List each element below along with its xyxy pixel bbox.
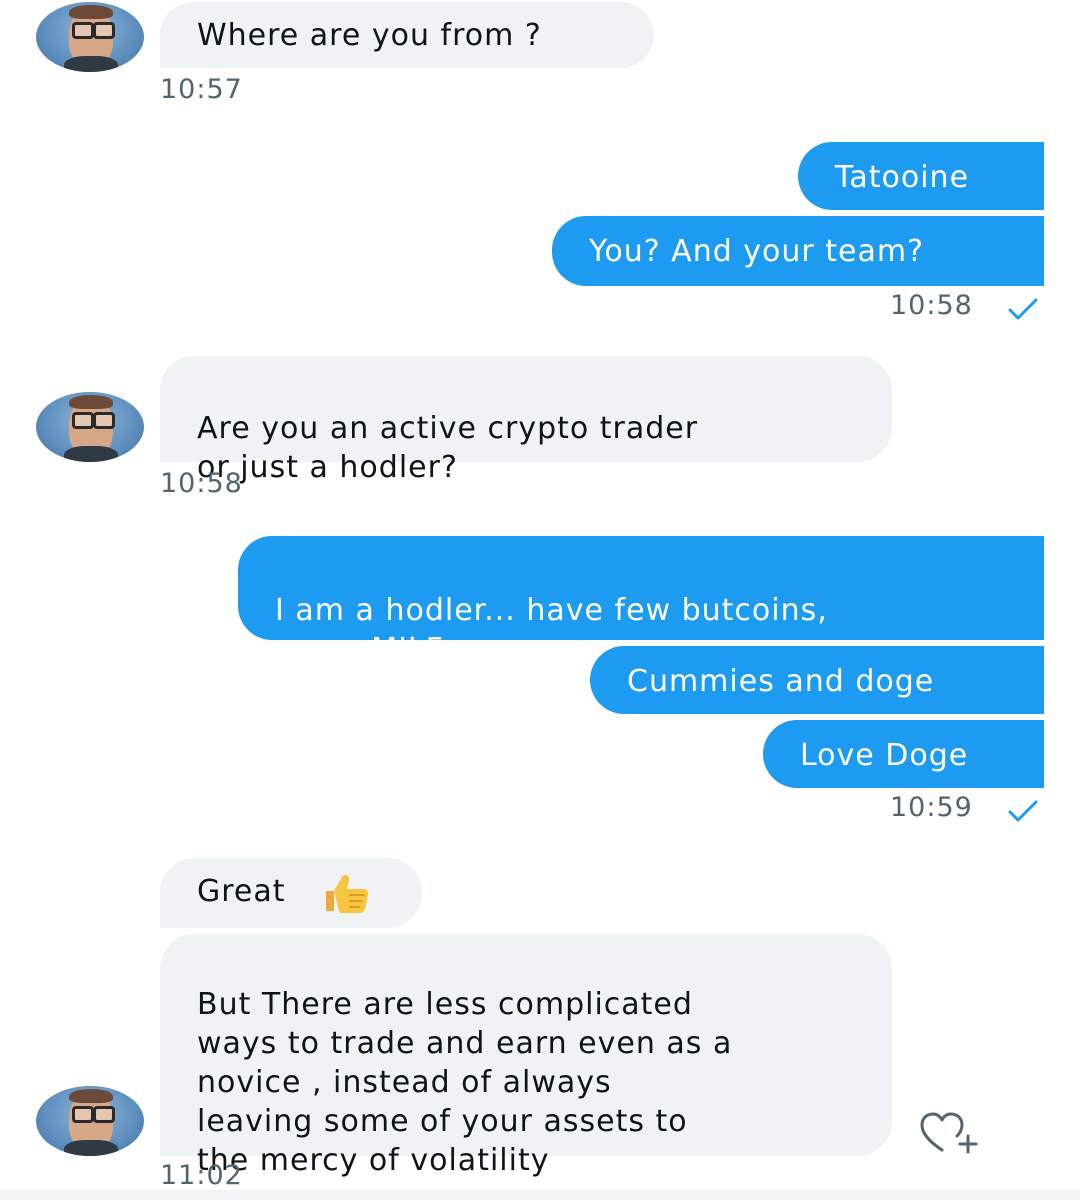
avatar[interactable] xyxy=(36,2,144,72)
message-timestamp: 10:58 xyxy=(160,468,243,499)
message-timestamp: 10:57 xyxy=(160,74,243,105)
message-text: But There are less complicated ways to t… xyxy=(197,987,733,1178)
message-timestamp: 10:58 xyxy=(890,290,973,321)
message-text: You? And your team? xyxy=(589,234,925,269)
message-text: Cummies and doge xyxy=(627,664,935,699)
message-bubble-incoming[interactable]: Great xyxy=(160,858,422,928)
heart-add-icon[interactable] xyxy=(920,1112,990,1154)
check-icon xyxy=(1008,800,1038,822)
avatar[interactable] xyxy=(36,1086,144,1156)
message-text: Love Doge xyxy=(800,738,969,773)
message-bubble-outgoing[interactable]: Love Doge xyxy=(763,720,1044,788)
message-timestamp: 10:59 xyxy=(890,792,973,823)
message-bubble-outgoing[interactable]: You? And your team? xyxy=(552,216,1044,286)
check-icon xyxy=(1008,298,1038,320)
message-text: Great xyxy=(197,874,286,909)
message-bubble-outgoing[interactable]: Tatooine xyxy=(798,142,1044,210)
thumbs-up-emoji xyxy=(326,874,369,913)
message-text: Where are you from ? xyxy=(197,18,542,53)
message-bubble-incoming[interactable]: Are you an active crypto trader or just … xyxy=(160,356,892,485)
message-text: Tatooine xyxy=(835,160,970,195)
message-text: Are you an active crypto trader or just … xyxy=(197,411,699,485)
message-timestamp: 11:02 xyxy=(160,1160,243,1191)
message-bubble-incoming[interactable]: Where are you from ? xyxy=(160,2,654,68)
message-bubble-outgoing[interactable]: I am a hodler... have few butcoins, some… xyxy=(238,536,1044,667)
message-bubble-incoming[interactable]: But There are less complicated ways to t… xyxy=(160,934,892,1178)
footer-divider xyxy=(0,1190,1080,1200)
message-bubble-outgoing[interactable]: Cummies and doge xyxy=(590,646,1044,714)
avatar[interactable] xyxy=(36,392,144,462)
